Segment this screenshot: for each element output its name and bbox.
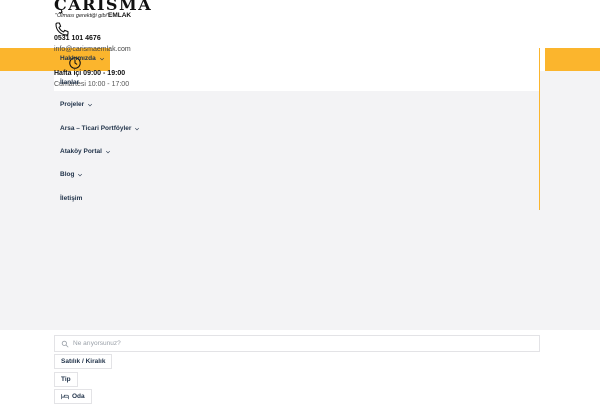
search-icon: [61, 340, 69, 347]
chevron-down-icon: [135, 127, 140, 130]
menu-divider: [539, 48, 540, 210]
chevron-down-icon: [105, 150, 110, 153]
phone-link[interactable]: 0531 101 4676: [54, 35, 101, 42]
nav-item-ilanlar[interactable]: İlanlar: [60, 79, 79, 86]
hero-section: [0, 71, 600, 330]
filter-label: Tip: [61, 376, 71, 383]
nav-item-label: Arsa – Ticari Portföyler: [60, 125, 132, 132]
nav-item-label: Blog: [60, 171, 75, 178]
search-input[interactable]: [73, 340, 513, 347]
logo-suffix: EMLAK: [108, 12, 132, 19]
nav-item-arsa-ticari[interactable]: Arsa – Ticari Portföyler: [60, 125, 140, 132]
search-box: [54, 335, 540, 352]
filter-label: Satılık / Kiralık: [61, 358, 106, 365]
bed-icon: [61, 394, 69, 400]
nav-item-label: İletişim: [60, 195, 83, 202]
chevron-down-icon: [78, 173, 83, 176]
nav-item-hakkimizda[interactable]: Hakkımızda: [60, 55, 105, 62]
nav-item-label: İlanlar: [60, 79, 80, 86]
nav-item-label: Projeler: [60, 101, 85, 108]
nav-item-blog[interactable]: Blog: [60, 171, 83, 178]
logo-tagline: "Olması gerektiği gibi": [55, 13, 109, 19]
rooms-select[interactable]: Oda: [54, 389, 92, 404]
chevron-down-icon: [88, 103, 93, 106]
site-logo[interactable]: ÇARİSMA "Olması gerektiği gibi" EMLAK: [54, 0, 151, 22]
filter-label: Oda: [72, 393, 85, 400]
listing-type-select[interactable]: Satılık / Kiralık: [54, 354, 113, 369]
email-link[interactable]: info@carismaemlak.com: [54, 46, 131, 53]
nav-item-label: Ataköy Portal: [60, 148, 102, 155]
nav-item-iletisim[interactable]: İletişim: [60, 195, 82, 202]
chevron-down-icon: [99, 57, 104, 60]
logo-wordmark: ÇARİSMA: [54, 0, 153, 14]
property-kind-select[interactable]: Tip: [54, 372, 78, 387]
working-hours-weekday: Hafta içi 09:00 - 19:00: [54, 70, 126, 77]
nav-item-label: Hakkımızda: [60, 55, 96, 62]
header-bar: [110, 48, 545, 71]
nav-item-projeler[interactable]: Projeler: [60, 101, 93, 108]
nav-item-atakoy-portal[interactable]: Ataköy Portal: [60, 148, 111, 155]
